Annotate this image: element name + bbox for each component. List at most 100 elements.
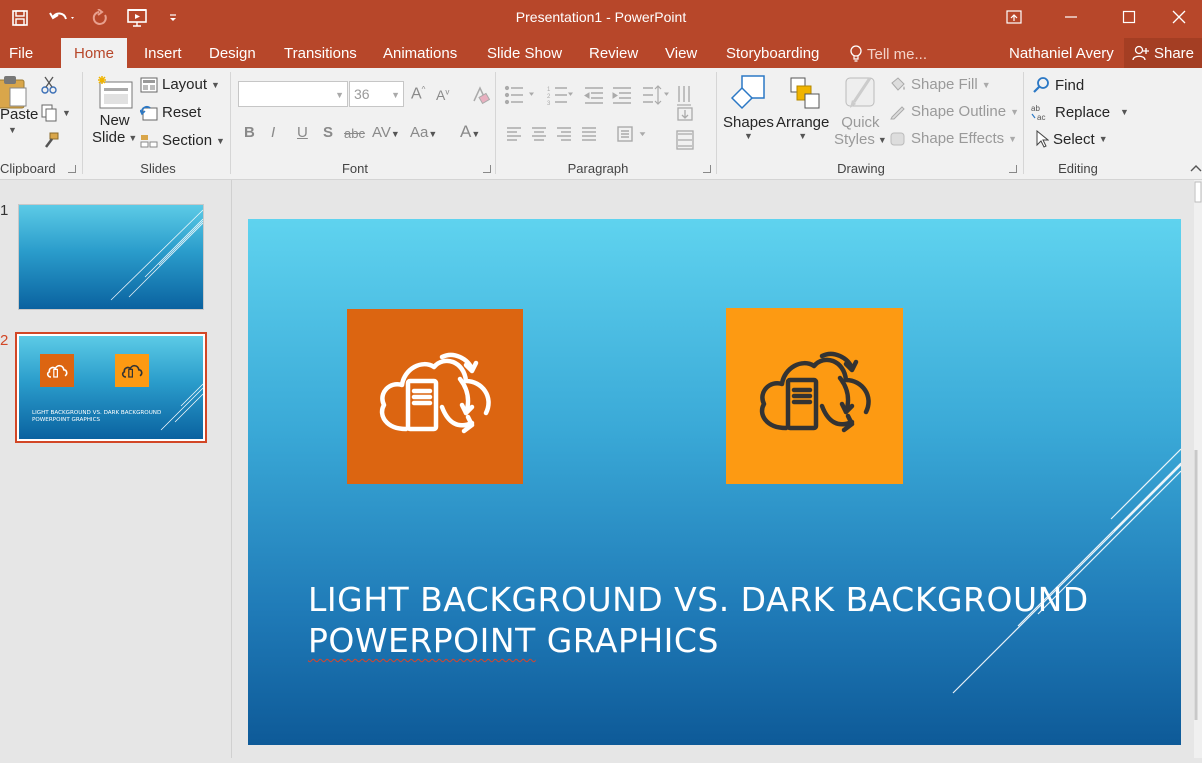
quick-styles-label-2: Styles [834,131,875,148]
decorative-diagonal-lines [952,448,1181,694]
magnifier-icon [1033,77,1049,93]
slide-number: 1 [0,202,9,219]
replace-icon: abac [1031,104,1045,121]
shapes-label: Shapes [723,114,774,131]
font-name-box[interactable]: ▼ [238,81,348,107]
font-group-label: Font [341,161,368,176]
quick-styles-icon [845,77,875,108]
strikethrough-button[interactable]: abc [344,126,365,141]
find-button[interactable]: Find [1033,76,1084,94]
paragraph-align-icons [507,126,646,142]
shape-effects-button[interactable]: Shape Effects ▼ [889,130,1017,147]
paragraph-list-icons: 123 [504,85,691,107]
quick-styles-label-1: Quick [841,114,880,131]
new-slide-button[interactable]: New Slide ▼ [92,74,137,146]
shape-fill-button[interactable]: Shape Fill ▼ [889,76,991,93]
font-color-button[interactable]: A▼ [460,122,480,142]
font-launcher-icon[interactable] [483,165,491,173]
shapes-icon [731,75,766,110]
slide-thumbnail-1[interactable] [18,204,204,310]
maximize-icon[interactable] [1106,0,1152,34]
clear-formatting-icon[interactable] [470,85,491,109]
font-size-box[interactable]: 36 ▼ [349,81,404,107]
decor-lines [110,209,203,301]
shrink-font-icon[interactable]: Av [436,87,449,103]
lightbulb-icon [850,45,862,62]
ribbon-home: Paste ▼ ▼ Clipboard New Slide ▼ Layout ▼ R… [0,68,1202,180]
quick-styles-button[interactable]: Quick Styles ▼ [834,74,887,148]
editing-group-label: Editing [1058,161,1098,176]
tab-view[interactable]: View [665,45,697,62]
clipboard-launcher-icon[interactable] [68,165,76,173]
format-painter-button[interactable] [42,132,60,150]
group-divider [495,72,496,174]
bold-button[interactable]: B [244,124,255,141]
user-name[interactable]: Nathaniel Avery [1009,45,1114,62]
paragraph-launcher-icon[interactable] [703,165,711,173]
font-color-label: A [460,122,472,141]
cursor-arrow-icon [1036,130,1049,148]
underline-button[interactable]: U [297,124,308,141]
vertical-scrollbar[interactable] [1194,180,1202,758]
drawing-launcher-icon[interactable] [1009,165,1017,173]
paint-bucket-icon [891,76,905,91]
slide-thumbnail-2-selected[interactable]: LIGHT BACKGROUND VS. DARK BACKGROUND POW… [15,332,207,443]
shape-fill-label: Shape Fill [911,76,978,93]
italic-button[interactable]: I [271,124,275,141]
svg-text:3: 3 [547,101,551,107]
shapes-button[interactable]: Shapes ▼ [723,74,774,141]
reset-button[interactable]: Reset [140,104,201,121]
shape-outline-button[interactable]: Shape Outline ▼ [889,103,1019,120]
copy-icon [41,104,57,122]
tab-transitions[interactable]: Transitions [284,45,357,62]
current-slide[interactable]: LIGHT BACKGROUND VS. DARK BACKGROUND POW… [248,219,1181,745]
tab-review[interactable]: Review [589,45,638,62]
ribbon-display-options-icon[interactable] [991,0,1037,34]
slide-title[interactable]: LIGHT BACKGROUND VS. DARK BACKGROUND POW… [308,579,1138,661]
drawing-group-label: Drawing [837,161,885,176]
change-case-button[interactable]: Aa▼ [410,124,437,141]
change-case-label: Aa [410,124,429,141]
clipboard-group-label: Clipboard [0,161,56,176]
share-button[interactable]: Share [1124,38,1202,68]
title-bar: Presentation1 - PowerPoint [0,0,1202,38]
tab-storyboarding[interactable]: Storyboarding [726,45,819,62]
layout-button[interactable]: Layout ▼ [140,76,220,93]
pencil-icon [890,105,905,119]
tab-file[interactable]: File [9,45,33,62]
reset-label: Reset [162,104,202,121]
cut-button[interactable] [40,76,58,94]
character-spacing-button[interactable]: AV▼ [372,124,400,141]
select-button[interactable]: Select ▼ [1035,130,1108,148]
tab-slideshow[interactable]: Slide Show [487,45,562,62]
decor-lines [160,383,203,431]
select-label: Select [1053,130,1095,148]
slide-title-line1: LIGHT BACKGROUND VS. DARK BACKGROUND [308,580,1089,619]
slide-number: 2 [0,332,9,349]
paste-button[interactable]: Paste ▼ [0,74,38,135]
section-button[interactable]: Section ▼ [140,132,225,149]
tab-design[interactable]: Design [209,45,256,62]
tab-animations[interactable]: Animations [383,45,457,62]
grow-font-icon[interactable]: A^ [411,85,425,103]
tab-home[interactable]: Home [61,38,128,68]
tell-me-search[interactable]: Tell me... [849,45,927,63]
svg-text:ab: ab [1031,104,1040,113]
tab-insert[interactable]: Insert [144,45,182,62]
new-slide-label-1: New [99,112,130,129]
group-divider [82,72,83,174]
find-label: Find [1055,76,1085,94]
minimize-icon[interactable] [1048,0,1094,34]
close-icon[interactable] [1156,0,1202,34]
shadow-button[interactable]: S [323,124,333,141]
paste-dropdown-icon[interactable]: ▼ [8,125,17,135]
svg-text:ac: ac [1037,113,1045,121]
svg-text:2: 2 [547,94,551,100]
paste-label: Paste [0,106,39,123]
collapse-ribbon-icon[interactable] [1190,160,1202,177]
new-slide-label-2: Slide [92,129,126,146]
arrange-button[interactable]: Arrange ▼ [776,74,829,141]
group-divider [230,72,231,174]
replace-button[interactable]: ab ac Replace ▼ [1031,103,1129,122]
copy-button[interactable]: ▼ [40,104,71,122]
